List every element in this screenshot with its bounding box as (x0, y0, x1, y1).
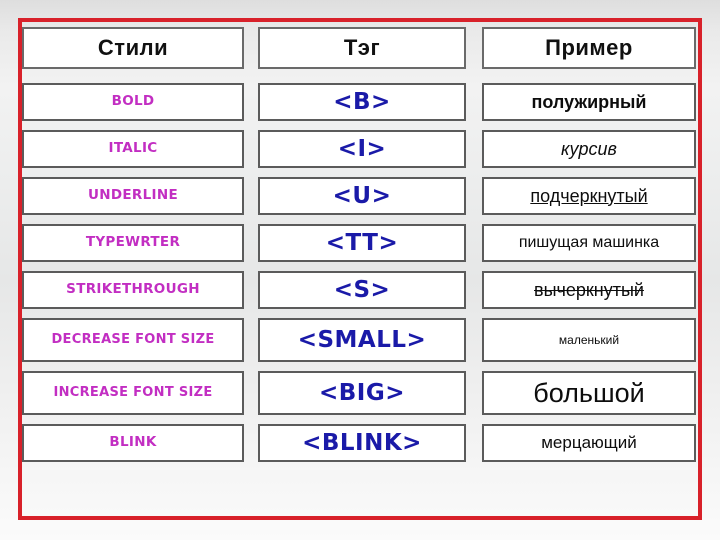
header-label-example: Пример (545, 35, 633, 60)
tag-cell-italic: <I> (258, 130, 466, 168)
example-cell-big: большой (482, 371, 696, 415)
style-cell-increase-font-size: INCREASE FONT SIZE (22, 371, 244, 415)
example-label-small: маленький (558, 333, 620, 347)
style-label-bold: BOLD (111, 93, 155, 110)
style-cell-typewriter: TYPEWRTER (22, 224, 244, 262)
table-row: ITALIC <I> курсив (22, 130, 698, 168)
example-label-underline: подчеркнутый (530, 185, 648, 206)
tag-cell-typewriter: <TT> (258, 224, 466, 262)
example-cell-typewriter: пишущая машинка (482, 224, 696, 262)
header-cell-example: Пример (482, 27, 696, 69)
tag-cell-bold: <B> (258, 83, 466, 121)
table-row: STRIKETHROUGH <S> вычеркнутый (22, 271, 698, 309)
style-label-strikethrough: STRIKETHROUGH (66, 281, 200, 298)
style-label-underline: UNDERLINE (88, 187, 178, 204)
example-label-typewriter: пишущая машинка (518, 234, 660, 251)
header-label-styles: Стили (97, 35, 169, 60)
header-label-tag: Тэг (343, 35, 381, 60)
style-cell-strikethrough: STRIKETHROUGH (22, 271, 244, 309)
example-cell-blink: мерцающий (482, 424, 696, 462)
style-label-blink: BLINK (109, 434, 157, 451)
tag-cell-big: <BIG> (258, 371, 466, 415)
table-row: UNDERLINE <U> подчеркнутый (22, 177, 698, 215)
example-cell-small: маленький (482, 318, 696, 362)
style-label-increase-font-size: INCREASE FONT SIZE (53, 384, 213, 400)
style-cell-italic: ITALIC (22, 130, 244, 168)
example-cell-underline: подчеркнутый (482, 177, 696, 215)
example-label-strikethrough: вычеркнутый (534, 279, 644, 300)
style-label-decrease-font-size: DECREASE FONT SIZE (51, 331, 215, 347)
tag-cell-small: <SMALL> (258, 318, 466, 362)
tag-cell-underline: <U> (258, 177, 466, 215)
tag-label-italic: <I> (337, 136, 387, 162)
slide-canvas: Стили Тэг Пример BOLD <B> полужирный ITA… (0, 0, 720, 540)
tag-cell-blink: <BLINK> (258, 424, 466, 462)
tag-label-typewriter: <TT> (325, 230, 399, 256)
example-label-big: большой (533, 377, 645, 408)
table-row: DECREASE FONT SIZE <SMALL> маленький (22, 318, 698, 362)
table-header-row: Стили Тэг Пример (22, 27, 698, 69)
style-label-italic: ITALIC (108, 140, 158, 157)
example-cell-strikethrough: вычеркнутый (482, 271, 696, 309)
table-row: TYPEWRTER <TT> пишущая машинка (22, 224, 698, 262)
style-cell-bold: BOLD (22, 83, 244, 121)
header-cell-styles: Стили (22, 27, 244, 69)
header-cell-tag: Тэг (258, 27, 466, 69)
table-row: INCREASE FONT SIZE <BIG> большой (22, 371, 698, 415)
style-cell-decrease-font-size: DECREASE FONT SIZE (22, 318, 244, 362)
style-cell-underline: UNDERLINE (22, 177, 244, 215)
tag-label-small: <SMALL> (297, 327, 427, 353)
example-label-bold: полужирный (531, 91, 647, 112)
table-row: BLINK <BLINK> мерцающий (22, 424, 698, 462)
example-cell-bold: полужирный (482, 83, 696, 121)
style-label-typewriter: TYPEWRTER (85, 234, 181, 251)
example-label-italic: курсив (561, 138, 617, 159)
tag-label-big: <BIG> (318, 380, 405, 406)
tag-cell-strikethrough: <S> (258, 271, 466, 309)
style-cell-blink: BLINK (22, 424, 244, 462)
tag-label-strikethrough: <S> (333, 277, 391, 303)
tag-label-underline: <U> (332, 183, 392, 209)
example-cell-italic: курсив (482, 130, 696, 168)
html-text-styles-table: Стили Тэг Пример BOLD <B> полужирный ITA… (22, 27, 698, 513)
tag-label-bold: <B> (333, 89, 391, 115)
example-label-blink: мерцающий (541, 433, 637, 452)
tag-label-blink: <BLINK> (302, 430, 422, 456)
table-row: BOLD <B> полужирный (22, 83, 698, 121)
